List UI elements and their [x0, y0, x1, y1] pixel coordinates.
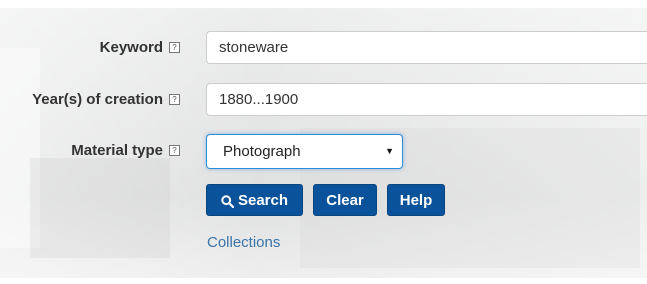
material-selected-value: Photograph — [223, 143, 301, 160]
years-label: Year(s) of creation ? — [32, 91, 180, 108]
material-label-text: Material type — [71, 142, 163, 159]
years-row: Year(s) of creation ? 1880...1900 — [0, 83, 647, 117]
clear-button[interactable]: Clear — [313, 184, 377, 216]
keyword-input[interactable]: stoneware — [206, 31, 647, 64]
keyword-help-icon[interactable]: ? — [169, 42, 180, 53]
material-row: Material type ? Photograph ▼ — [0, 134, 647, 169]
material-type-select[interactable]: Photograph ▼ — [206, 134, 403, 169]
background-shape — [30, 158, 170, 258]
years-help-icon[interactable]: ? — [169, 94, 180, 105]
years-label-text: Year(s) of creation — [32, 91, 163, 108]
material-help-icon[interactable]: ? — [169, 145, 180, 156]
keyword-label-text: Keyword — [99, 39, 163, 56]
magnifier-icon — [221, 194, 234, 208]
collections-link[interactable]: Collections — [207, 234, 280, 251]
triangle-down-icon: ▼ — [385, 146, 394, 156]
help-button[interactable]: Help — [387, 184, 445, 216]
keyword-label: Keyword ? — [100, 39, 180, 56]
search-button-label: Search — [237, 192, 289, 209]
material-label: Material type ? — [71, 142, 180, 159]
keyword-row: Keyword ? stoneware — [0, 31, 647, 65]
years-input[interactable]: 1880...1900 — [206, 83, 647, 116]
search-button[interactable]: Search — [206, 184, 303, 216]
